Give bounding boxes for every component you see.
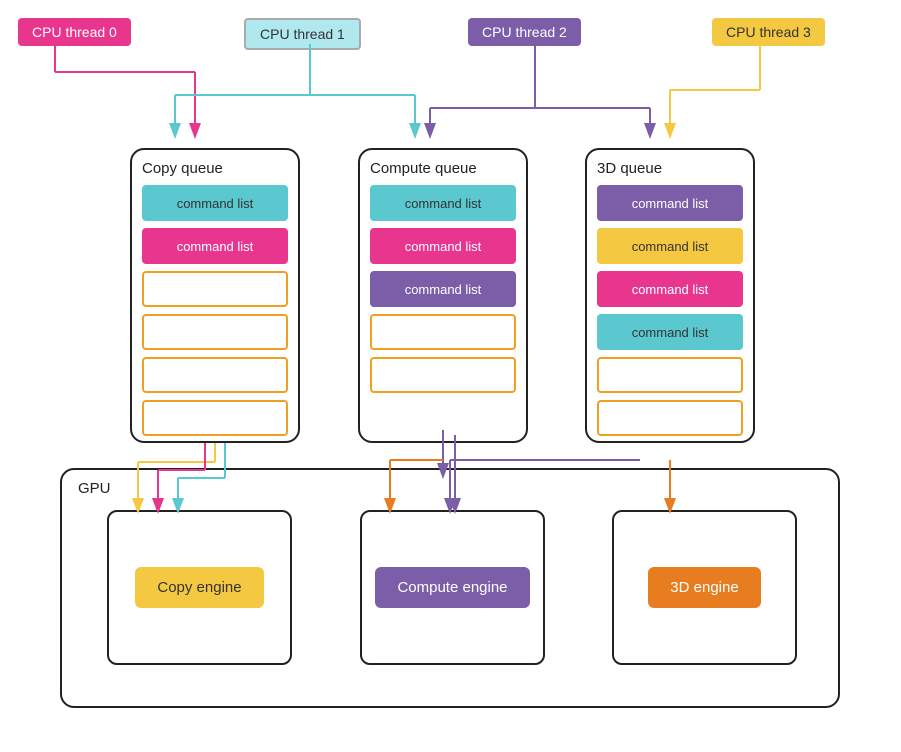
copy-engine-label: Copy engine [135,567,263,608]
copy-cmd-5 [142,357,288,393]
gpu-label: GPU [78,480,111,497]
3d-cmd-1: command list [597,185,743,221]
copy-engine-box: Copy engine [107,510,292,665]
compute-cmd-2: command list [370,228,516,264]
compute-cmd-4 [370,314,516,350]
3d-cmd-3: command list [597,271,743,307]
compute-engine-label: Compute engine [375,567,529,608]
compute-cmd-5 [370,357,516,393]
copy-cmd-3 [142,271,288,307]
diagram: CPU thread 0 CPU thread 1 CPU thread 2 C… [0,0,901,752]
copy-cmd-1: command list [142,185,288,221]
3d-engine-box: 3D engine [612,510,797,665]
cpu-thread-0: CPU thread 0 [18,18,131,46]
compute-cmd-1: command list [370,185,516,221]
3d-engine-label: 3D engine [648,567,760,608]
copy-cmd-4 [142,314,288,350]
cpu-thread-1: CPU thread 1 [244,18,361,50]
3d-cmd-6 [597,400,743,436]
3d-queue: 3D queue command list command list comma… [585,148,755,443]
copy-cmd-6 [142,400,288,436]
copy-queue-title: Copy queue [142,160,288,177]
gpu-box: GPU Copy engine Compute engine 3D engine [60,468,840,708]
cpu-thread-3: CPU thread 3 [712,18,825,46]
copy-queue: Copy queue command list command list [130,148,300,443]
3d-cmd-2: command list [597,228,743,264]
3d-cmd-4: command list [597,314,743,350]
compute-queue-title: Compute queue [370,160,516,177]
cpu-thread-2: CPU thread 2 [468,18,581,46]
compute-queue: Compute queue command list command list … [358,148,528,443]
3d-cmd-5 [597,357,743,393]
compute-engine-box: Compute engine [360,510,545,665]
3d-queue-title: 3D queue [597,160,743,177]
copy-cmd-2: command list [142,228,288,264]
compute-cmd-3: command list [370,271,516,307]
